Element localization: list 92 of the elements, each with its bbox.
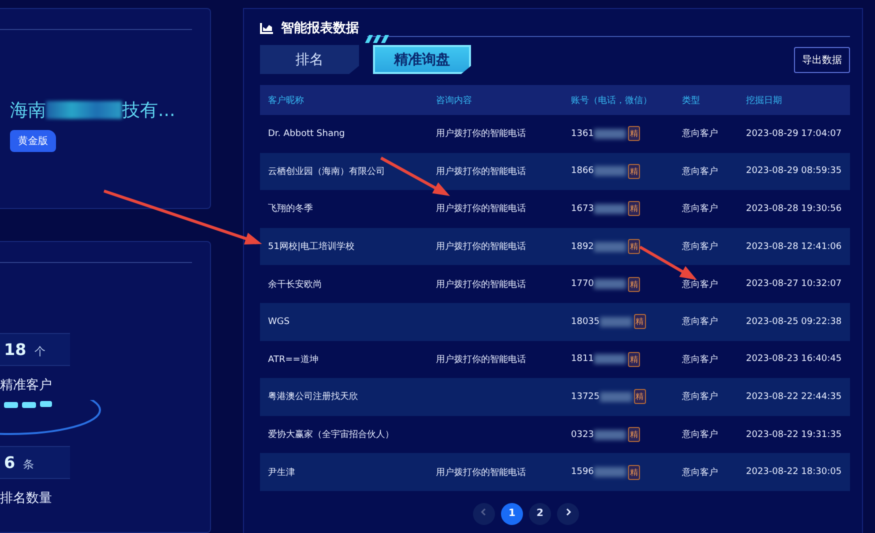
table-cell-text: 意向客户 <box>682 240 719 254</box>
table-cell-text: 粤港澳公司注册找天欣 <box>268 390 359 404</box>
blurred-text <box>600 392 632 402</box>
chevron-right-icon <box>564 508 572 516</box>
tag: 精 <box>628 352 640 367</box>
table-cell-text: 2023-08-23 16:40:45 <box>746 354 843 364</box>
panel-title: 智能报表数据 <box>281 20 359 37</box>
table-cell-text: ATR==道坤 <box>268 354 320 366</box>
table-cell: 18035 <box>571 316 600 327</box>
table-cell-text: WGS <box>268 316 291 327</box>
table-cell-text: 用户拨打你的智能电话 <box>436 466 527 479</box>
column-header: 客户昵称 <box>268 94 305 106</box>
table-cell-text: 意向客户 <box>682 128 719 140</box>
stat-label: 精准客户 <box>0 376 53 394</box>
table-cell-text: 余干长安欧尚 <box>268 278 323 291</box>
stat-label: 排名数量 <box>0 490 53 507</box>
company-name: 技有... <box>122 99 176 122</box>
table-cell-text: 用户拨打你的智能电话 <box>436 128 527 140</box>
table-cell-text: 2023-08-22 18:30:05 <box>746 467 843 478</box>
tab[interactable]: 排名 <box>260 45 359 74</box>
blurred-text <box>600 316 632 327</box>
table-cell-text: 尹生津 <box>268 466 296 479</box>
next-page-button[interactable] <box>557 502 579 525</box>
table-cell-text: 2023-08-22 22:44:35 <box>746 392 843 402</box>
table-cell-text: 爱协大赢家（全宇宙招合伙人） <box>268 428 395 442</box>
table-cell-text: 用户拨打你的智能电话 <box>436 166 527 178</box>
blurred-text <box>594 166 626 176</box>
table-cell-text: 意向客户 <box>682 166 719 178</box>
column-header: 挖掘日期 <box>746 94 783 106</box>
table-cell-text: 2023-08-29 08:59:35 <box>746 166 843 176</box>
table-cell: 13725 <box>571 392 600 402</box>
table-cell-text: 用户拨打你的智能电话 <box>436 240 527 254</box>
blurred-text <box>594 279 626 290</box>
table-cell-text: 51网校|电工培训学校 <box>268 240 356 254</box>
chevron-left-icon <box>480 508 488 516</box>
table-cell-text: 2023-08-25 09:22:38 <box>746 316 843 327</box>
table-cell-text: 2023-08-22 19:31:35 <box>746 430 843 440</box>
stat-unit: 条 <box>23 456 34 472</box>
page-button[interactable]: 2 <box>529 502 551 525</box>
blurred-text <box>594 204 626 214</box>
stat-value: 18 <box>4 340 26 359</box>
table-cell-text: 用户拨打你的智能电话 <box>436 278 527 291</box>
company-name: 海南 <box>10 99 46 122</box>
blurred-text <box>594 242 626 252</box>
chart-icon <box>260 22 273 34</box>
table-cell-text: 2023-08-28 19:30:56 <box>746 204 843 214</box>
table-cell: 0323 <box>571 430 594 440</box>
blurred-text <box>594 430 626 440</box>
stat-unit: 个 <box>34 344 46 359</box>
stat-value: 6 <box>4 452 16 472</box>
table-cell-text: 2023-08-27 10:32:07 <box>746 279 843 290</box>
tag: 精 <box>628 126 640 142</box>
tag: 精 <box>628 276 640 292</box>
table-cell: 1770 <box>571 279 594 290</box>
plan-badge: 黄金版 <box>10 130 56 152</box>
column-header: 咨询内容 <box>436 94 473 106</box>
table-cell-text: 2023-08-29 17:04:07 <box>746 128 843 139</box>
tag: 精 <box>628 164 640 179</box>
table-cell-text: 飞翔的冬季 <box>268 202 314 216</box>
table-cell: 1361 <box>571 128 594 139</box>
table-cell-text: 意向客户 <box>682 202 719 216</box>
tab[interactable]: 精准询盘 <box>373 45 471 74</box>
table-cell-text: 云栖创业园（海南）有限公司 <box>268 166 386 178</box>
blurred-text <box>594 128 626 139</box>
table-cell-text: 意向客户 <box>682 316 719 328</box>
export-button[interactable]: 导出数据 <box>794 46 850 72</box>
table-cell-text: Dr. Abbott Shang <box>268 128 346 139</box>
page-button[interactable]: 1 <box>501 502 523 525</box>
table-cell: 1596 <box>571 467 594 478</box>
table-cell: 1811 <box>571 354 594 364</box>
table-cell: 1673 <box>571 204 594 214</box>
tag: 精 <box>634 314 646 330</box>
tag: 精 <box>634 389 646 404</box>
stripes-drawing <box>362 35 390 43</box>
table-cell-text: 意向客户 <box>682 354 719 366</box>
table-cell-text: 用户拨打你的智能电话 <box>436 202 527 216</box>
table-cell-text: 意向客户 <box>682 466 719 479</box>
tag: 精 <box>628 201 640 216</box>
table-cell: 1866 <box>571 166 594 176</box>
column-header: 账号（电话，微信） <box>571 94 653 106</box>
blurred-text <box>594 354 626 364</box>
table-cell-text: 意向客户 <box>682 278 719 291</box>
tag: 精 <box>628 427 640 442</box>
table-cell-text: 用户拨打你的智能电话 <box>436 354 527 366</box>
tag: 精 <box>628 464 640 480</box>
tag: 精 <box>628 239 640 254</box>
column-header: 类型 <box>682 94 701 106</box>
table-cell-text: 意向客户 <box>682 428 719 442</box>
blurred-text <box>594 467 626 478</box>
table-cell-text: 意向客户 <box>682 390 719 404</box>
table-cell-text: 2023-08-28 12:41:06 <box>746 242 843 252</box>
table-cell: 1892 <box>571 242 594 252</box>
